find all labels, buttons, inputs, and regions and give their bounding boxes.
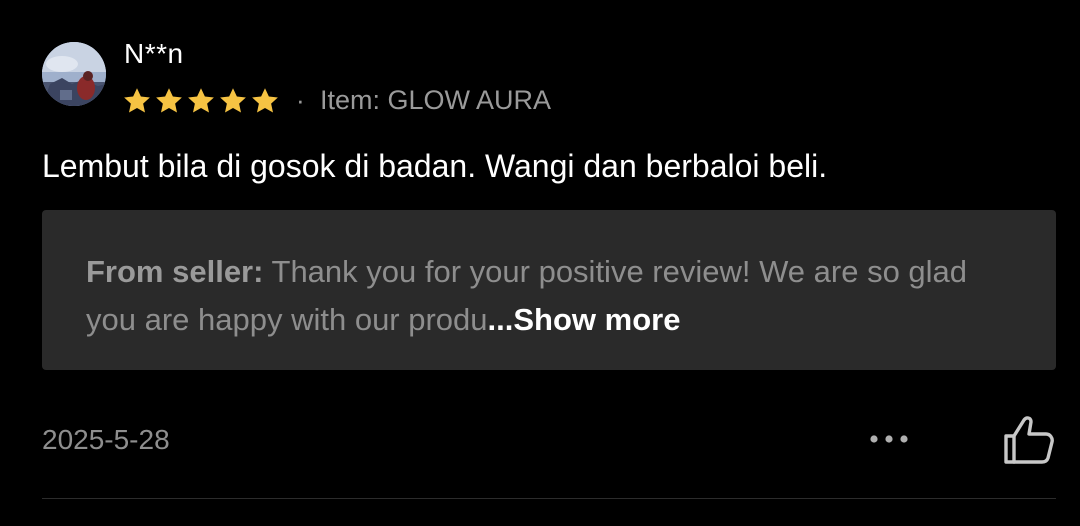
star-icon — [124, 88, 150, 113]
show-more-link[interactable]: ...Show more — [488, 302, 681, 337]
seller-reply-text: From seller: Thank you for your positive… — [86, 248, 1016, 344]
review-date: 2025-5-28 — [42, 424, 170, 455]
star-icon — [220, 88, 246, 113]
seller-reply-label: From seller: — [86, 254, 264, 289]
avatar[interactable] — [42, 42, 106, 106]
like-button[interactable] — [1000, 414, 1056, 466]
avatar-image — [42, 42, 106, 106]
review-card: N**n · Item: GLOW AURA Lembut bila di go… — [0, 0, 1080, 526]
separator-dot: · — [296, 85, 305, 115]
more-horizontal-icon — [870, 435, 908, 443]
item-variant-label: Item: GLOW AURA — [320, 85, 552, 115]
review-text: Lembut bila di gosok di badan. Wangi dan… — [42, 148, 828, 184]
username: N**n — [124, 38, 184, 69]
star-icon — [252, 88, 278, 113]
star-rating — [122, 86, 280, 116]
star-icon — [188, 88, 214, 113]
star-icon — [156, 88, 182, 113]
thumbs-up-icon — [1004, 416, 1054, 464]
divider — [42, 498, 1056, 499]
seller-reply-box: From seller: Thank you for your positive… — [42, 210, 1056, 370]
more-options-button[interactable] — [864, 424, 918, 454]
